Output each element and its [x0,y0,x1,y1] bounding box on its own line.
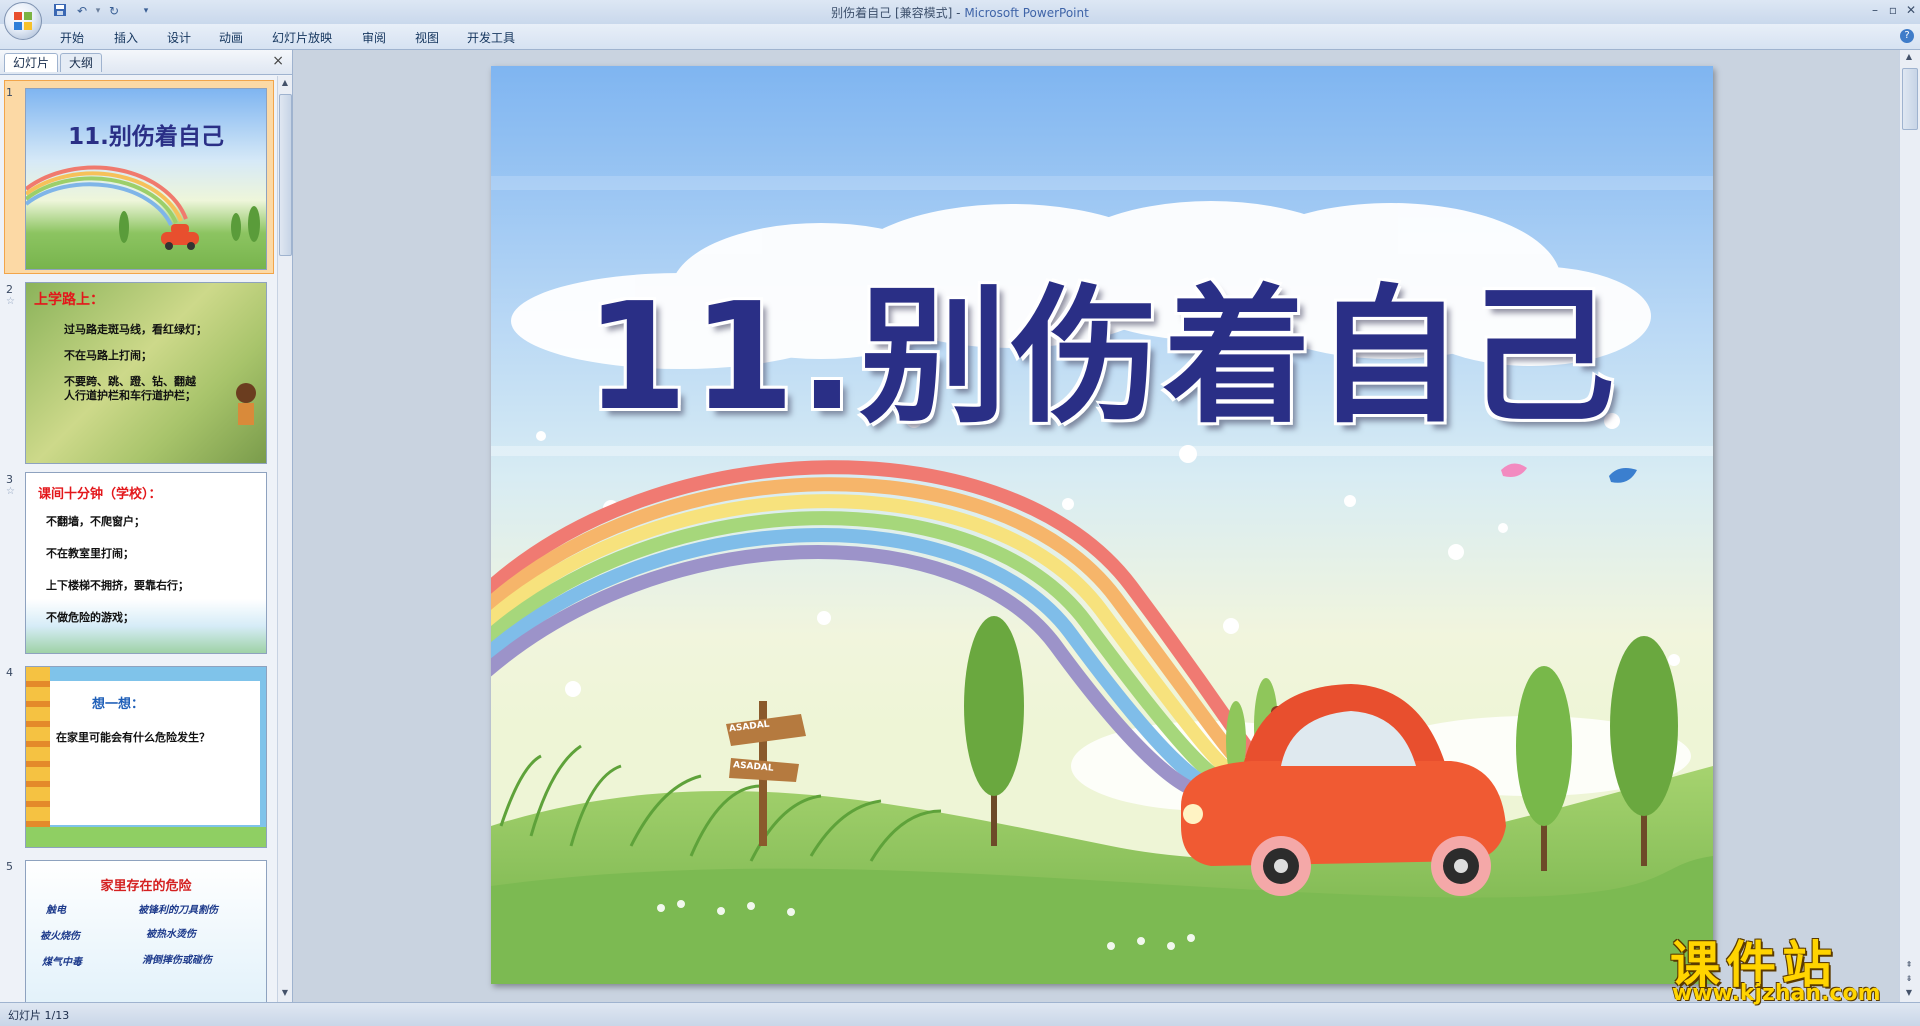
office-button[interactable] [4,2,42,40]
thumbnail-line: 触电 [46,905,66,916]
slide-title[interactable]: 11.别伤着自己 [491,236,1713,451]
tab-animations[interactable]: 动画 [219,29,243,46]
restore-button[interactable]: ▫ [1884,2,1902,20]
document-title: 别伤着自己 [兼容模式] - [831,6,965,20]
tab-outline[interactable]: 大纲 [60,53,103,72]
tab-insert[interactable]: 插入 [114,29,138,46]
thumbnail-line: 在家里可能会有什么危险发生？ [56,731,210,744]
animation-star-icon: ☆ [6,296,15,307]
tab-review[interactable]: 审阅 [362,29,386,46]
ribbon-tabs: 开始 插入 设计 动画 幻灯片放映 审阅 视图 开发工具 ? [0,24,1920,50]
thumbnail-line: 滑倒摔伤或碰伤 [142,955,212,966]
thumbnail-number: 2 [6,283,13,296]
tab-slideshow[interactable]: 幻灯片放映 [272,29,332,46]
thumbnail-line: 被锋利的刀具割伤 [138,905,218,916]
close-button[interactable]: ✕ [1902,2,1920,20]
title-bar: ↶ ▾ ↻ ▾ 别伤着自己 [兼容模式] - Microsoft PowerPo… [0,0,1920,40]
thumbnail-art [236,383,256,425]
slide-thumbnail-5[interactable]: 家里存在的危险 触电 被锋利的刀具割伤 被火烧伤 被热水烫伤 煤气中毒 滑倒摔伤… [25,860,267,1002]
current-slide[interactable]: ASADAL ASADAL 11.别伤着自己 [491,66,1713,984]
animation-star-icon: ☆ [6,486,15,497]
tab-slides[interactable]: 幻灯片 [4,53,59,72]
tab-view[interactable]: 视图 [415,29,439,46]
pane-scrollbar[interactable]: ▲ ▼ [277,76,292,1002]
thumbnail-number: 3 [6,473,13,486]
slide-thumbnail-3[interactable]: 课间十分钟（学校）： 不翻墙，不爬窗户； 不在教室里打闹； 上下楼梯不拥挤，要靠… [25,472,267,654]
slide-background-art [491,66,1713,984]
thumbnail-board [50,681,260,825]
scroll-thumb[interactable] [1902,68,1918,130]
scroll-up-icon[interactable]: ▲ [1904,52,1914,64]
pane-tabs: 幻灯片 大纲 × [0,50,292,75]
slide-thumbnail-2[interactable]: 上学路上： 过马路走斑马线，看红绿灯； 不在马路上打闹； 不要跨、跳、蹬、钻、翻… [25,282,267,464]
thumbnail-heading: 课间十分钟（学校）： [38,487,162,502]
slide-thumbnail-1[interactable]: 11.别伤着自己 [25,88,267,270]
help-icon[interactable]: ? [1900,29,1914,43]
giraffe-decoration [26,667,50,847]
thumbnail-line: 被火烧伤 [40,931,80,942]
thumbnail-list: 1 11.别伤着自己 2 ☆ 上学路上： 过马路走斑马线，看红绿灯； 不在马路上… [0,76,276,1002]
scroll-thumb[interactable] [279,94,292,256]
thumbnail-number: 5 [6,860,13,873]
thumbnail-number: 1 [6,86,13,99]
scroll-down-icon[interactable]: ▼ [280,988,290,1000]
thumbnail-number: 4 [6,666,13,679]
thumbnail-line: 不在教室里打闹； [46,547,134,560]
thumbnail-line: 不做危险的游戏； [46,611,134,624]
next-slide-icon[interactable]: ⇟ [1904,974,1914,986]
thumbnail-line: 煤气中毒 [42,957,82,968]
scroll-down-icon[interactable]: ▼ [1904,988,1914,1000]
thumbnail-heading: 想一想： [92,697,145,712]
thumbnail-line: 被热水烫伤 [146,929,196,940]
tab-developer[interactable]: 开发工具 [467,29,515,46]
thumbnail-line: 不翻墙，不爬窗户； [46,515,145,528]
window-title: 别伤着自己 [兼容模式] - Microsoft PowerPoint [0,4,1920,21]
previous-slide-icon[interactable]: ⇞ [1904,960,1914,972]
thumbnail-line: 上下楼梯不拥挤，要靠右行； [46,579,189,592]
watermark-logo: 课件站 www.kjzhan.com [1660,925,1900,1006]
scroll-up-icon[interactable]: ▲ [280,78,290,90]
slide-editing-area: ASADAL ASADAL 11.别伤着自己 [293,50,1900,1002]
watermark-url: www.kjzhan.com [1672,981,1881,1006]
close-pane-icon[interactable]: × [272,53,284,69]
minimize-button[interactable]: – [1866,2,1884,20]
thumbnail-art [26,165,260,250]
thumbnail-grass [26,827,266,847]
main-scrollbar[interactable]: ▲ ⇞ ⇟ ▼ [1899,50,1920,1002]
tab-design[interactable]: 设计 [167,29,191,46]
office-logo-icon [14,12,32,30]
app-name: Microsoft PowerPoint [964,6,1089,20]
thumbnail-title: 11.别伤着自己 [68,124,224,150]
status-bar: 幻灯片 1/13 [0,1002,1920,1026]
tab-home[interactable]: 开始 [60,29,84,46]
slides-pane: 幻灯片 大纲 × 1 11.别伤着自己 2 ☆ 上学路上： 过马路走斑马线，看红… [0,50,293,1002]
slide-counter: 幻灯片 1/13 [8,1009,70,1022]
slide-thumbnail-4[interactable]: 想一想： 在家里可能会有什么危险发生？ [25,666,267,848]
thumbnail-heading: 家里存在的危险 [100,879,192,894]
